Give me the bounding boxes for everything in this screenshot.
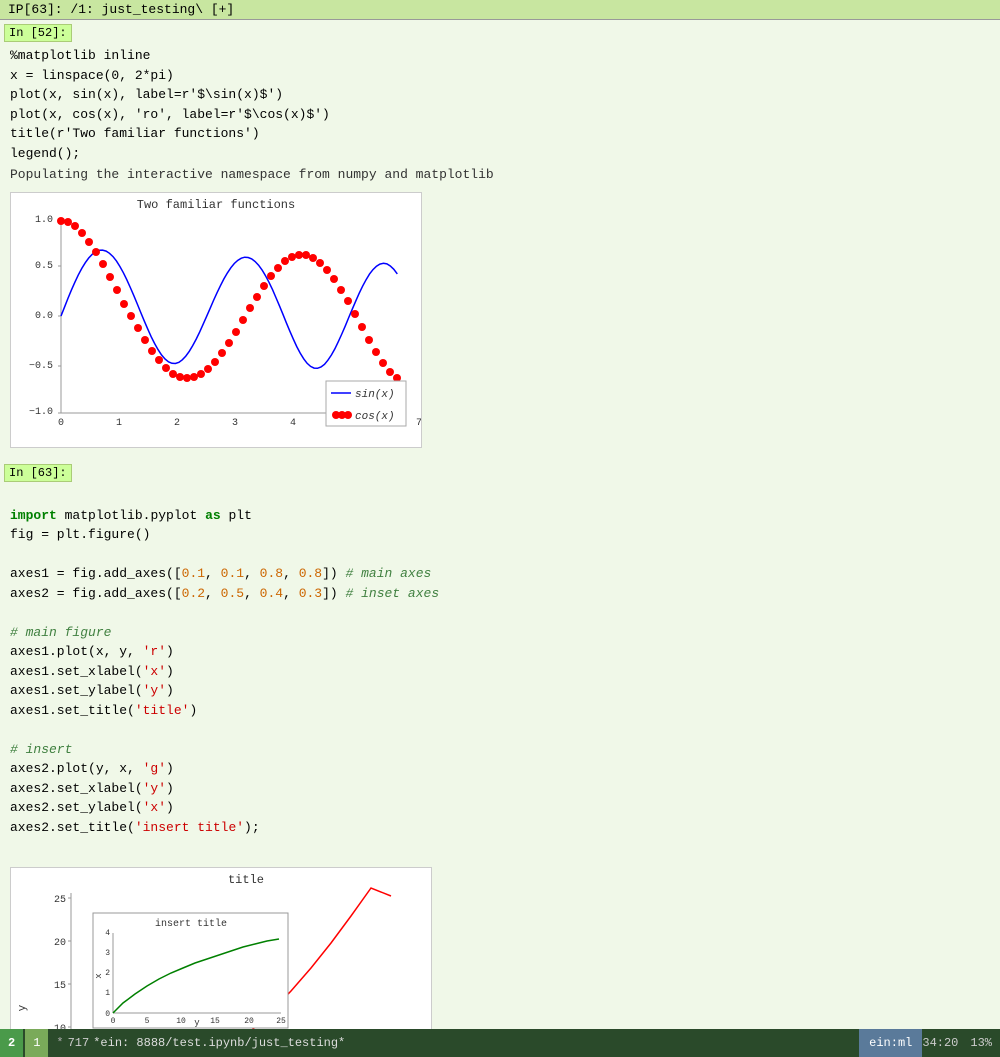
svg-text:2: 2 [105,969,110,978]
svg-text:25: 25 [276,1017,286,1026]
svg-text:0.5: 0.5 [35,261,53,272]
svg-text:1: 1 [116,418,122,429]
svg-text:7: 7 [416,418,421,429]
svg-text:2: 2 [174,418,180,429]
svg-text:15: 15 [54,981,66,992]
cos-dot [57,217,65,225]
svg-text:20: 20 [54,938,66,949]
sin-curve [61,250,397,368]
svg-text:−1.0: −1.0 [29,407,53,418]
svg-text:3: 3 [105,949,110,958]
svg-text:insert title: insert title [155,918,227,930]
notebook-area[interactable]: In [52]: %matplotlib inline x = linspace… [0,20,1000,1049]
cell-1-label[interactable]: In [52]: [4,24,72,42]
status-num1: 2 [0,1029,23,1057]
cell-1-output: Populating the interactive namespace fro… [0,165,1000,184]
svg-text:5: 5 [145,1017,150,1026]
svg-text:0: 0 [58,418,64,429]
status-right: 34:20 13% [922,1036,1000,1050]
svg-text:cos(x): cos(x) [355,411,395,423]
cell-1-code[interactable]: %matplotlib inline x = linspace(0, 2*pi)… [0,44,1000,165]
cell-2: In [63]: import matplotlib.pyplot as plt… [0,460,1000,1049]
svg-text:0: 0 [105,1010,110,1019]
status-position: 34:20 [922,1036,958,1050]
status-left: 2 1 * 717 *ein: 8888/test.ipynb/just_tes… [0,1029,345,1057]
status-cell-num: 717 [68,1036,90,1050]
status-bar: 2 1 * 717 *ein: 8888/test.ipynb/just_tes… [0,1029,1000,1057]
svg-text:20: 20 [244,1017,254,1026]
svg-text:10: 10 [176,1017,186,1026]
svg-text:y: y [17,1004,29,1011]
cell-2-label[interactable]: In [63]: [4,464,72,482]
status-percent: 13% [970,1036,992,1050]
svg-text:4: 4 [105,929,110,938]
chart2-main-title: title [228,873,264,887]
svg-text:0: 0 [111,1017,116,1026]
chart-1-svg: Two familiar functions 1.0 0.5 0.0 −0.5 [11,193,421,443]
svg-text:0.0: 0.0 [35,311,53,322]
chart1-title: Two familiar functions [137,198,295,212]
chart-1-container: Two familiar functions 1.0 0.5 0.0 −0.5 [10,192,422,448]
cell-2-code[interactable]: import matplotlib.pyplot as plt fig = pl… [0,484,1000,859]
svg-text:x: x [94,973,104,978]
svg-text:sin(x): sin(x) [355,389,395,401]
status-mode: ein:ml [859,1029,922,1057]
title-bar: IP[63]: /1: just_testing\ [+] [0,0,1000,20]
status-filename: *ein: 8888/test.ipynb/just_testing* [93,1036,345,1050]
chart-2-container: title y x 0 5 10 15 20 25 [10,867,432,1050]
chart-2-svg: title y x 0 5 10 15 20 25 [11,868,431,1050]
svg-text:1.0: 1.0 [35,215,53,226]
svg-text:−0.5: −0.5 [29,361,53,372]
svg-text:25: 25 [54,895,66,906]
status-indicator: * [56,1036,63,1050]
svg-text:15: 15 [210,1017,220,1026]
title-text: IP[63]: /1: just_testing\ [+] [8,2,234,17]
svg-text:y: y [194,1018,200,1028]
status-num2: 1 [25,1029,48,1057]
cell-1: In [52]: %matplotlib inline x = linspace… [0,20,1000,460]
svg-text:4: 4 [290,418,296,429]
svg-text:3: 3 [232,418,238,429]
svg-text:1: 1 [105,989,110,998]
